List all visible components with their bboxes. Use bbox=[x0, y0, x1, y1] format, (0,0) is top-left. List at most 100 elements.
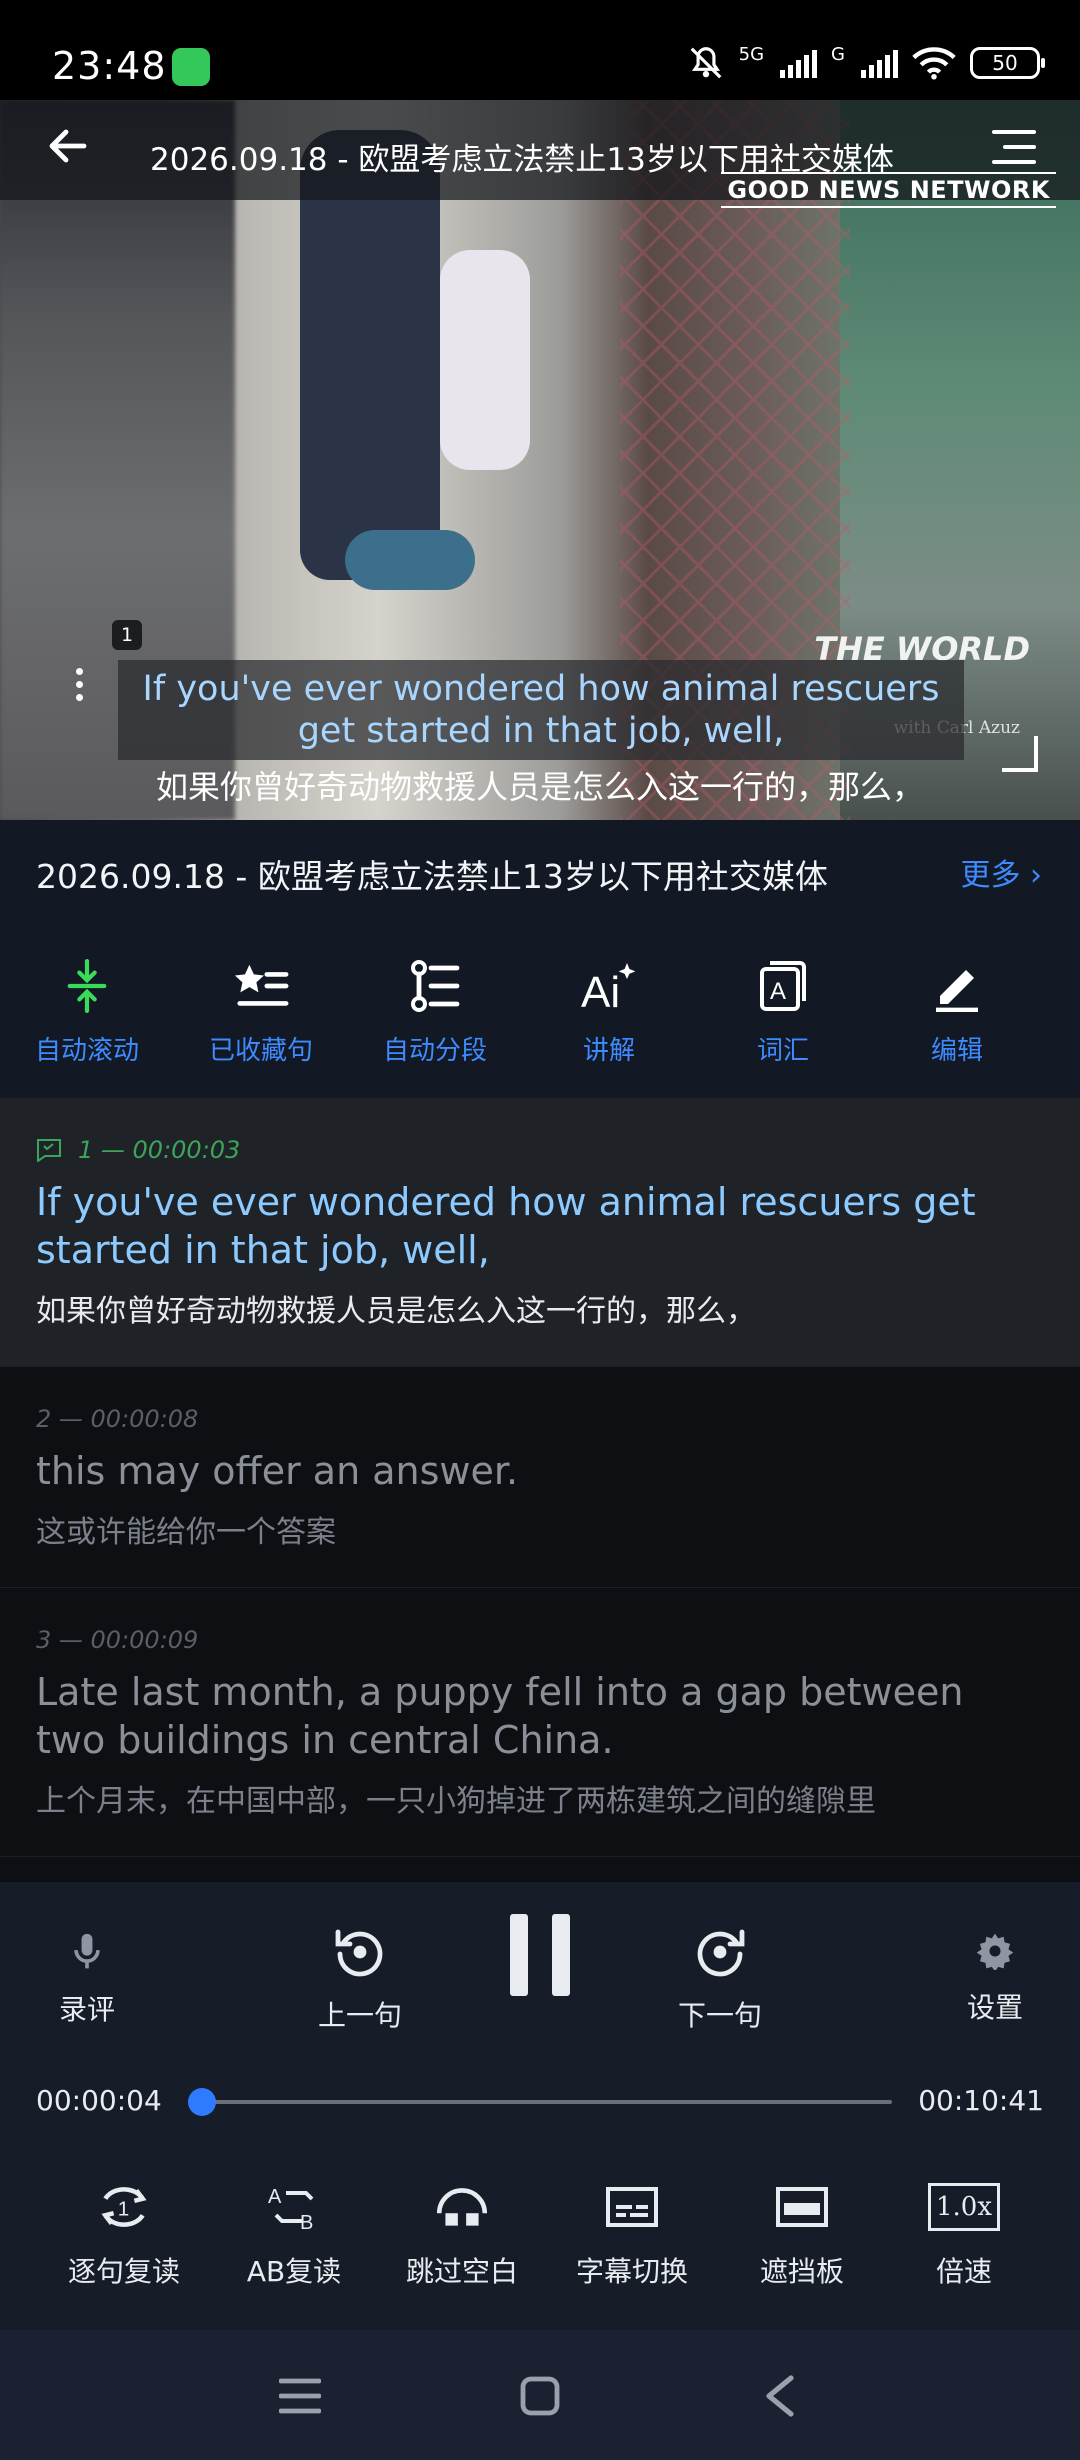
progress-knob[interactable] bbox=[188, 2088, 217, 2116]
forward-icon bbox=[697, 1929, 745, 1977]
nav-home-icon[interactable] bbox=[510, 2366, 570, 2426]
vocabulary-label: 词汇 bbox=[756, 1036, 809, 1066]
system-nav-bar bbox=[0, 2330, 1080, 2460]
feature-toolbar: 自动滚动 已收藏句 自动分段 Ai 讲解 A 词汇 编辑 bbox=[0, 920, 1080, 1098]
svg-text:1: 1 bbox=[118, 2197, 130, 2220]
subtitle-index-badge: 1 bbox=[112, 620, 142, 650]
ai-explain-label: 讲解 bbox=[582, 1036, 635, 1066]
lesson-title: 2026.09.18 - 欧盟考虑立法禁止13岁以下用社交媒体 bbox=[36, 857, 828, 896]
subtitle-more-icon[interactable] bbox=[68, 668, 90, 708]
edit-button[interactable]: 编辑 bbox=[870, 920, 1044, 1098]
saved-sentences-label: 已收藏句 bbox=[208, 1036, 313, 1066]
sentence-repeat-label: 逐句复读 bbox=[67, 2255, 180, 2288]
vocabulary-button[interactable]: A 词汇 bbox=[696, 920, 870, 1098]
nav-menu-icon[interactable] bbox=[270, 2366, 330, 2426]
status-time: 23:48 bbox=[52, 44, 167, 88]
mask-board-button[interactable]: 遮挡板 bbox=[740, 2172, 864, 2290]
subtitle-switch-icon bbox=[606, 2187, 658, 2227]
transcript-item[interactable]: 3 — 00:00:09 Late last month, a puppy fe… bbox=[0, 1588, 1080, 1857]
menu-icon[interactable] bbox=[992, 130, 1036, 170]
transcript-meta: 3 — 00:00:09 bbox=[36, 1626, 199, 1654]
app-badge-icon bbox=[172, 48, 210, 86]
next-sentence-label: 下一句 bbox=[677, 1999, 762, 2032]
svg-text:B: B bbox=[300, 2212, 313, 2233]
practice-tools: 1 逐句复读 AB AB复读 跳过空白 字幕切换 遮挡板 1.0x 倍速 bbox=[0, 2172, 1080, 2322]
skip-blank-button[interactable]: 跳过空白 bbox=[400, 2172, 524, 2290]
ab-repeat-label: AB复读 bbox=[246, 2255, 342, 2288]
video-player[interactable]: 2026.09.18 - 欧盟考虑立法禁止13岁以下用社交媒体 GOOD NEW… bbox=[0, 100, 1080, 820]
playback-panel: 录评 上一句 下一句 设置 00:00:04 00:10:41 1 逐句复读 A… bbox=[0, 1882, 1080, 2330]
settings-button[interactable]: 设置 bbox=[950, 1932, 1040, 2026]
mask-board-label: 遮挡板 bbox=[759, 2255, 844, 2288]
more-link[interactable]: 更多 › bbox=[960, 850, 1042, 894]
skip-blank-label: 跳过空白 bbox=[405, 2255, 518, 2288]
auto-scroll-icon bbox=[67, 958, 107, 1014]
rewind-icon bbox=[335, 1929, 383, 1977]
speed-button[interactable]: 1.0x 倍速 bbox=[902, 2172, 1026, 2290]
svg-text:A: A bbox=[770, 978, 786, 1005]
back-arrow-icon[interactable] bbox=[40, 122, 96, 178]
transcript-item[interactable]: 1 — 00:00:03 If you've ever wondered how… bbox=[0, 1098, 1080, 1367]
sentence-repeat-button[interactable]: 1 逐句复读 bbox=[62, 2172, 186, 2290]
vocabulary-icon: A bbox=[760, 961, 806, 1011]
subtitle-switch-label: 字幕切换 bbox=[575, 2255, 688, 2288]
battery-icon: 50 bbox=[970, 47, 1045, 79]
fullscreen-icon[interactable] bbox=[1002, 736, 1038, 772]
saved-sentences-button[interactable]: 已收藏句 bbox=[174, 920, 348, 1098]
transcript-chinese: 上个月末，在中国中部，一只小狗掉进了两栋建筑之间的缝隙里 bbox=[36, 1784, 876, 1819]
video-frame-child bbox=[440, 250, 530, 470]
subtitle-switch-button[interactable]: 字幕切换 bbox=[570, 2172, 694, 2290]
gear-icon bbox=[976, 1933, 1014, 1972]
transcript-english: this may offer an answer. bbox=[36, 1449, 519, 1493]
network-label-1: 5G bbox=[738, 44, 765, 65]
skip-blank-icon bbox=[436, 2188, 488, 2226]
auto-scroll-label: 自动滚动 bbox=[34, 1036, 139, 1066]
network-label-2: G bbox=[831, 44, 845, 65]
auto-segment-label: 自动分段 bbox=[382, 1036, 487, 1066]
ab-repeat-button[interactable]: AB AB复读 bbox=[232, 2172, 356, 2290]
svg-text:Ai: Ai bbox=[581, 968, 620, 1013]
repeat-one-icon: 1 bbox=[101, 2187, 147, 2227]
signal-icon-2 bbox=[861, 48, 898, 78]
next-sentence-button[interactable]: 下一句 bbox=[670, 1926, 770, 2034]
auto-segment-button[interactable]: 自动分段 bbox=[348, 920, 522, 1098]
pause-button[interactable] bbox=[508, 1914, 572, 1996]
transcript-meta: 2 — 00:00:08 bbox=[36, 1405, 199, 1433]
transcript-chinese: 如果你曾好奇动物救援人员是怎么入这一行的，那么， bbox=[36, 1294, 756, 1329]
status-icons: 5G G 50 bbox=[687, 44, 1045, 82]
transcript-meta: 1 — 00:00:03 bbox=[78, 1136, 241, 1164]
subtitle-english: If you've ever wondered how animal rescu… bbox=[142, 669, 940, 751]
ai-sparkle-icon: Ai bbox=[581, 963, 636, 1013]
signal-icon bbox=[780, 48, 818, 78]
total-time: 00:10:41 bbox=[918, 2084, 1044, 2117]
chevron-right-icon: › bbox=[1030, 858, 1042, 893]
segment-list-icon bbox=[411, 960, 460, 1012]
microphone-icon bbox=[74, 1933, 100, 1969]
video-frame-sandal bbox=[345, 530, 475, 590]
watermark-logo: GOOD NEWS NETWORK bbox=[721, 172, 1056, 208]
record-button[interactable]: 录评 bbox=[44, 1932, 130, 2028]
auto-scroll-button[interactable]: 自动滚动 bbox=[0, 920, 174, 1098]
nav-back-icon[interactable] bbox=[750, 2366, 810, 2426]
wifi-icon bbox=[912, 47, 956, 80]
status-bar: 23:48 5G G 50 bbox=[0, 0, 1080, 100]
transcript-list[interactable]: 1 — 00:00:03 If you've ever wondered how… bbox=[0, 1098, 1080, 1880]
subtitle-chinese: 如果你曾好奇动物救援人员是怎么入这一行的，那么， bbox=[155, 768, 924, 806]
svg-text:A: A bbox=[268, 2186, 282, 2208]
more-label: 更多 bbox=[960, 858, 1021, 893]
lesson-info-row: 2026.09.18 - 欧盟考虑立法禁止13岁以下用社交媒体 更多 › bbox=[0, 820, 1080, 920]
edit-label: 编辑 bbox=[930, 1036, 983, 1066]
previous-sentence-button[interactable]: 上一句 bbox=[310, 1926, 410, 2034]
pencil-icon bbox=[936, 970, 978, 1012]
transcript-item[interactable]: 2 — 00:00:08 this may offer an answer. 这… bbox=[0, 1367, 1080, 1588]
progress-track[interactable] bbox=[188, 2088, 892, 2116]
comment-icon[interactable] bbox=[36, 1138, 62, 1162]
mask-board-icon bbox=[776, 2187, 828, 2227]
mute-bell-icon bbox=[690, 47, 722, 79]
transcript-chinese: 这或许能给你一个答案 bbox=[36, 1515, 336, 1550]
ai-explain-button[interactable]: Ai 讲解 bbox=[522, 920, 696, 1098]
current-time: 00:00:04 bbox=[36, 2084, 162, 2117]
transcript-english: If you've ever wondered how animal rescu… bbox=[36, 1180, 976, 1272]
star-list-icon bbox=[234, 964, 289, 1006]
previous-sentence-label: 上一句 bbox=[317, 1999, 402, 2032]
